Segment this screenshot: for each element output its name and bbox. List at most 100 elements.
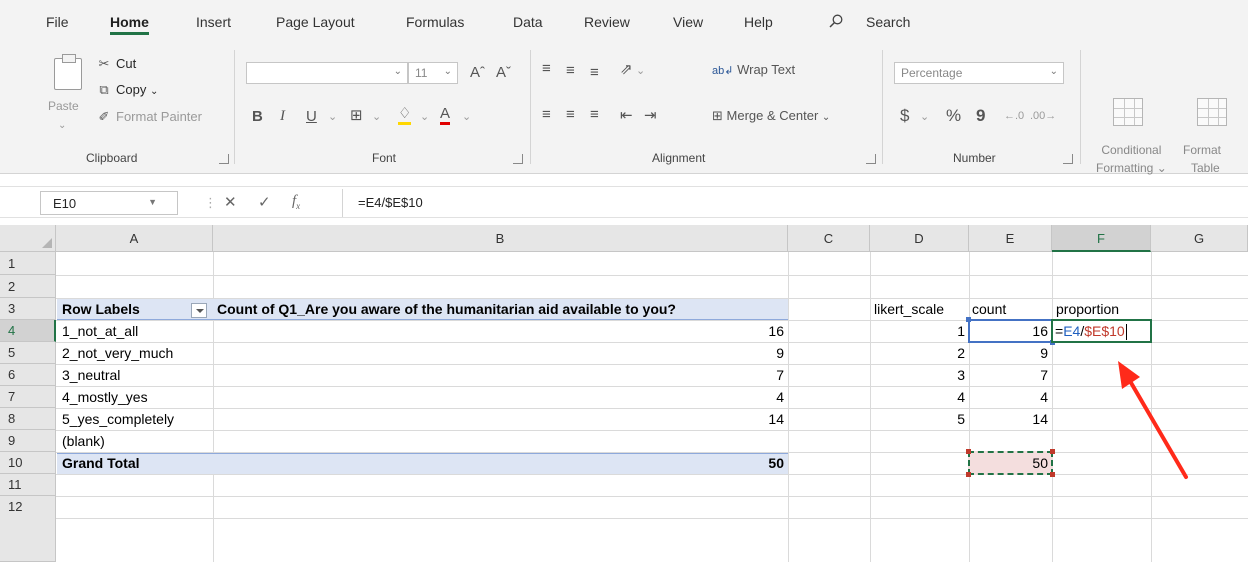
search-icon[interactable] xyxy=(829,14,843,28)
fill-color-icon[interactable]: ♢ xyxy=(398,106,412,125)
font-color-icon[interactable]: A xyxy=(440,106,451,125)
italic-button[interactable]: I xyxy=(280,108,285,125)
align-right-icon[interactable]: ≡ xyxy=(590,106,599,123)
font-size-combo[interactable]: 11 ⌄ xyxy=(408,62,458,84)
proportion-header[interactable]: proportion xyxy=(1056,298,1119,320)
format-as-table-button[interactable]: Format Table xyxy=(1183,141,1221,177)
tab-review[interactable]: Review xyxy=(584,14,630,30)
pivot-grand-total-value[interactable]: 50 xyxy=(700,452,784,474)
pivot-row-labels-header[interactable]: Row Labels xyxy=(62,298,140,320)
tab-file[interactable]: File xyxy=(46,14,69,30)
reference-handle[interactable] xyxy=(1050,449,1055,454)
count-cell[interactable]: 14 xyxy=(972,408,1048,430)
row-header-2[interactable]: 2 xyxy=(0,275,56,298)
pivot-row-value[interactable]: 16 xyxy=(700,320,784,342)
column-header-c[interactable]: C xyxy=(788,225,870,252)
merge-center-button[interactable]: ⊞ Merge & Center ⌄ xyxy=(712,108,830,124)
column-header-f[interactable]: F xyxy=(1052,225,1151,252)
column-header-e[interactable]: E xyxy=(969,225,1052,252)
pivot-row-value[interactable]: 4 xyxy=(700,386,784,408)
pivot-row-value[interactable]: 14 xyxy=(700,408,784,430)
underline-chevron-icon[interactable]: ⌄ xyxy=(328,110,337,123)
row-header-5[interactable]: 5 xyxy=(0,342,56,364)
orientation-chevron-icon[interactable]: ⌄ xyxy=(636,64,645,77)
underline-button[interactable]: U xyxy=(306,108,317,125)
drag-handle-icon[interactable]: ⋮ xyxy=(204,195,217,211)
insert-function-icon[interactable]: fx xyxy=(292,193,300,211)
tab-formulas[interactable]: Formulas xyxy=(406,14,464,30)
likert-scale-cell[interactable]: 2 xyxy=(874,342,965,364)
count-total-cell[interactable]: 50 xyxy=(972,452,1048,474)
reference-handle[interactable] xyxy=(966,472,971,477)
reference-handle[interactable] xyxy=(1050,472,1055,477)
row-header-12[interactable]: 12 xyxy=(0,496,56,562)
pivot-values-header[interactable]: Count of Q1_Are you aware of the humanit… xyxy=(217,298,676,320)
align-center-icon[interactable]: ≡ xyxy=(566,106,575,123)
align-top-icon[interactable]: ≡ xyxy=(542,60,551,77)
pivot-row-label[interactable]: (blank) xyxy=(62,430,105,452)
row-header-3[interactable]: 3 xyxy=(0,298,56,320)
font-launcher-icon[interactable] xyxy=(513,154,523,164)
fill-color-chevron-icon[interactable]: ⌄ xyxy=(420,110,429,123)
count-cell[interactable]: 4 xyxy=(972,386,1048,408)
comma-button[interactable]: 9 xyxy=(976,106,985,126)
paste-dropdown-chevron-icon[interactable]: ⌄ xyxy=(58,120,66,131)
select-all-button[interactable] xyxy=(0,225,56,252)
bold-button[interactable]: B xyxy=(252,108,263,125)
formula-input[interactable]: =E4/$E$10 xyxy=(358,195,423,210)
count-cell[interactable]: 7 xyxy=(972,364,1048,386)
tab-help[interactable]: Help xyxy=(744,14,773,30)
column-header-a[interactable]: A xyxy=(56,225,213,252)
currency-chevron-icon[interactable]: ⌄ xyxy=(920,110,929,123)
likert-scale-header[interactable]: likert_scale xyxy=(874,298,944,320)
pivot-row-label[interactable]: 5_yes_completely xyxy=(62,408,174,430)
likert-scale-cell[interactable]: 1 xyxy=(874,320,965,342)
row-header-11[interactable]: 11 xyxy=(0,474,56,496)
conditional-formatting-button[interactable]: Conditional Formatting ⌄ xyxy=(1096,141,1167,177)
alignment-launcher-icon[interactable] xyxy=(866,154,876,164)
reference-handle[interactable] xyxy=(966,317,971,322)
count-cell[interactable]: 9 xyxy=(972,342,1048,364)
pivot-row-label[interactable]: 4_mostly_yes xyxy=(62,386,148,408)
increase-indent-icon[interactable]: ⇥ xyxy=(644,106,657,124)
likert-scale-cell[interactable]: 5 xyxy=(874,408,965,430)
pivot-row-value[interactable]: 9 xyxy=(700,342,784,364)
reference-handle[interactable] xyxy=(966,449,971,454)
currency-button[interactable]: $ xyxy=(900,106,909,126)
search-box[interactable]: Search xyxy=(866,14,910,30)
decrease-decimal-icon[interactable]: .00→ xyxy=(1030,110,1056,122)
count-header[interactable]: count xyxy=(972,298,1006,320)
cut-button[interactable]: ✂ Cut xyxy=(96,56,137,72)
row-header-1[interactable]: 1 xyxy=(0,252,56,275)
row-header-10[interactable]: 10 xyxy=(0,452,56,474)
likert-scale-cell[interactable]: 4 xyxy=(874,386,965,408)
pivot-grand-total-label[interactable]: Grand Total xyxy=(62,452,140,474)
tab-view[interactable]: View xyxy=(673,14,703,30)
pivot-row-label[interactable]: 2_not_very_much xyxy=(62,342,173,364)
column-header-g[interactable]: G xyxy=(1151,225,1248,252)
pivot-row-value[interactable]: 7 xyxy=(700,364,784,386)
clipboard-launcher-icon[interactable] xyxy=(219,154,229,164)
align-middle-icon[interactable]: ≡ xyxy=(566,62,575,79)
copy-button[interactable]: ⧉ Copy ⌄ xyxy=(96,82,158,98)
borders-icon[interactable]: ⊞ xyxy=(350,106,363,124)
paste-icon[interactable] xyxy=(54,54,82,90)
decrease-indent-icon[interactable]: ⇤ xyxy=(620,106,633,124)
number-launcher-icon[interactable] xyxy=(1063,154,1073,164)
font-name-combo[interactable]: ⌄ xyxy=(246,62,408,84)
wrap-text-button[interactable]: ab↲ Wrap Text xyxy=(712,62,795,77)
row-header-8[interactable]: 8 xyxy=(0,408,56,430)
shrink-font-icon[interactable]: Aˇ xyxy=(496,64,511,81)
row-header-7[interactable]: 7 xyxy=(0,386,56,408)
format-as-table-icon[interactable] xyxy=(1197,98,1227,126)
column-header-d[interactable]: D xyxy=(870,225,969,252)
paste-button[interactable]: Paste xyxy=(48,99,79,113)
cancel-icon[interactable]: ✕ xyxy=(224,193,237,211)
orientation-icon[interactable]: ⇗ xyxy=(620,60,633,78)
number-format-combo[interactable]: Percentage ⌄ xyxy=(894,62,1064,84)
tab-data[interactable]: Data xyxy=(513,14,543,30)
align-bottom-icon[interactable]: ≡ xyxy=(590,64,599,81)
tab-home[interactable]: Home xyxy=(110,14,149,35)
tab-page-layout[interactable]: Page Layout xyxy=(276,14,355,30)
align-left-icon[interactable]: ≡ xyxy=(542,106,551,123)
